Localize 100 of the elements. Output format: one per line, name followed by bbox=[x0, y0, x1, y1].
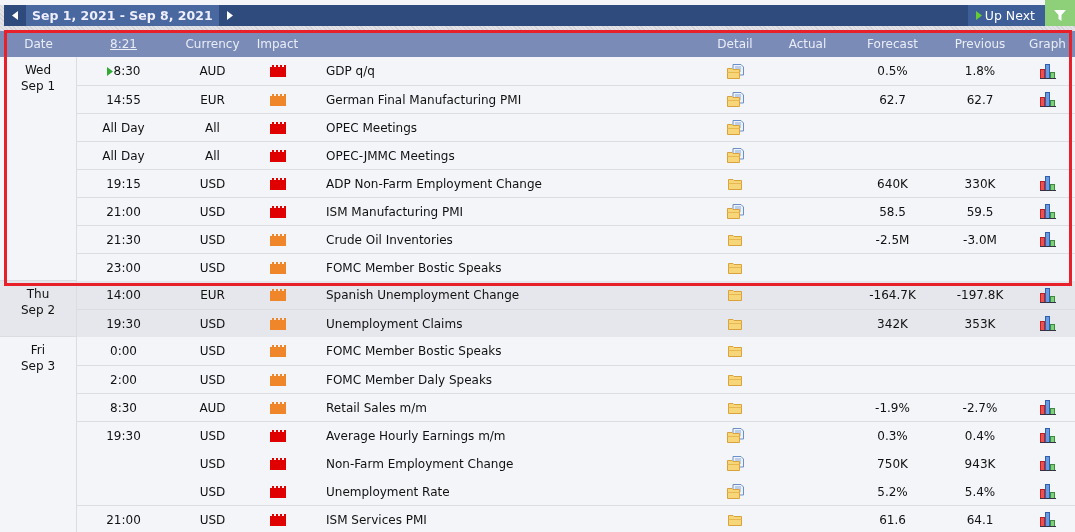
event-name[interactable]: OPEC-JMMC Meetings bbox=[326, 148, 455, 163]
bar-chart-icon[interactable] bbox=[1039, 428, 1056, 443]
folder-icon bbox=[728, 373, 742, 386]
currency-code: AUD bbox=[199, 64, 226, 78]
previous-value: 59.5 bbox=[966, 204, 994, 219]
currency-code: USD bbox=[199, 260, 226, 275]
left-arrow-icon bbox=[12, 11, 18, 20]
event-name[interactable]: ISM Manufacturing PMI bbox=[326, 204, 464, 219]
day-name: Thu bbox=[26, 286, 50, 302]
currency-code: USD bbox=[199, 344, 226, 358]
currency-code: USD bbox=[199, 372, 226, 387]
bar-chart-icon[interactable] bbox=[1039, 400, 1056, 415]
right-arrow-icon bbox=[226, 11, 233, 20]
event-name[interactable]: FOMC Member Bostic Speaks bbox=[326, 344, 502, 358]
currency-code: USD bbox=[199, 428, 226, 443]
event-time: All Day bbox=[102, 148, 145, 163]
event-name[interactable]: Unemployment Rate bbox=[326, 484, 450, 499]
event-name[interactable]: Spanish Unemployment Change bbox=[326, 288, 520, 302]
event-name[interactable]: OPEC Meetings bbox=[326, 120, 418, 135]
event-name[interactable]: Average Hourly Earnings m/m bbox=[326, 428, 506, 443]
folder-document-icon bbox=[726, 204, 744, 219]
bar-chart-icon[interactable] bbox=[1039, 456, 1056, 471]
bar-chart-icon[interactable] bbox=[1039, 316, 1056, 331]
folder-icon bbox=[728, 177, 742, 190]
column-header: Detail bbox=[717, 37, 753, 51]
day-name: Wed bbox=[24, 62, 52, 78]
folder-document-icon bbox=[726, 148, 744, 163]
event-name[interactable]: Non-Farm Employment Change bbox=[326, 456, 514, 471]
forecast-value: 58.5 bbox=[879, 204, 906, 219]
event-time: 14:55 bbox=[106, 92, 141, 107]
previous-value: 62.7 bbox=[966, 92, 994, 107]
event-time: 19:30 bbox=[106, 428, 141, 443]
event-name[interactable]: ADP Non-Farm Employment Change bbox=[326, 176, 542, 191]
forecast-value: -2.5M bbox=[875, 232, 910, 247]
event-name[interactable]: FOMC Member Bostic Speaks bbox=[326, 260, 502, 275]
bar-chart-icon[interactable] bbox=[1039, 484, 1056, 499]
forecast-value: 61.6 bbox=[879, 512, 906, 527]
currency-code: AUD bbox=[199, 400, 226, 415]
date-range-tab[interactable]: Sep 1, 2021 - Sep 8, 2021 bbox=[26, 5, 219, 26]
day-date: Sep 2 bbox=[20, 302, 56, 318]
folder-document-icon bbox=[726, 63, 744, 79]
previous-value: -3.0M bbox=[963, 232, 997, 247]
column-header: Actual bbox=[788, 37, 827, 51]
previous-value: 353K bbox=[964, 316, 996, 331]
bar-chart-icon[interactable] bbox=[1039, 287, 1056, 303]
folder-document-icon bbox=[726, 428, 744, 443]
folder-document-icon bbox=[726, 92, 744, 107]
folder-icon bbox=[728, 233, 742, 246]
bar-chart-icon[interactable] bbox=[1039, 92, 1056, 107]
folder-document-icon bbox=[726, 120, 744, 135]
event-time: 14:00 bbox=[106, 288, 141, 302]
folder-icon bbox=[728, 261, 742, 274]
event-name[interactable]: German Final Manufacturing PMI bbox=[326, 92, 522, 107]
event-name[interactable]: Crude Oil Inventories bbox=[326, 232, 453, 247]
folder-icon bbox=[728, 289, 742, 301]
forecast-value: 0.5% bbox=[877, 64, 908, 78]
event-name[interactable]: FOMC Member Daly Speaks bbox=[326, 372, 493, 387]
forecast-value: 750K bbox=[877, 456, 908, 471]
currency-code: USD bbox=[199, 456, 226, 471]
event-name[interactable]: Unemployment Claims bbox=[326, 316, 463, 331]
previous-value: 64.1 bbox=[966, 512, 994, 527]
column-header: Currency bbox=[185, 37, 240, 51]
event-name[interactable]: ISM Services PMI bbox=[326, 512, 427, 527]
previous-value: 0.4% bbox=[964, 428, 996, 443]
currency-code: All bbox=[205, 120, 220, 135]
bar-chart-icon[interactable] bbox=[1039, 204, 1056, 219]
column-header: Previous bbox=[954, 37, 1006, 51]
currency-code: USD bbox=[199, 316, 226, 331]
event-time: 23:00 bbox=[106, 260, 141, 275]
currency-code: EUR bbox=[200, 288, 225, 302]
filter-icon bbox=[1054, 10, 1066, 21]
column-header: Impact bbox=[256, 37, 299, 51]
event-time: 0:00 bbox=[110, 344, 137, 358]
bar-chart-icon[interactable] bbox=[1039, 232, 1056, 247]
event-name[interactable]: GDP q/q bbox=[326, 64, 375, 78]
event-time: 19:30 bbox=[106, 316, 141, 331]
currency-code: USD bbox=[199, 204, 226, 219]
forecast-value: 5.2% bbox=[877, 484, 908, 499]
day-date: Sep 3 bbox=[20, 358, 56, 374]
bar-chart-icon[interactable] bbox=[1039, 176, 1056, 191]
previous-value: 330K bbox=[964, 176, 996, 191]
previous-value: 943K bbox=[964, 456, 996, 471]
event-time: All Day bbox=[102, 120, 145, 135]
event-time: 8:30 bbox=[113, 64, 141, 78]
event-name[interactable]: Retail Sales m/m bbox=[326, 400, 427, 415]
play-icon bbox=[975, 11, 982, 20]
folder-document-icon bbox=[726, 456, 744, 471]
bar-chart-icon[interactable] bbox=[1039, 63, 1056, 79]
event-time: 2:00 bbox=[110, 372, 137, 387]
up-next-button[interactable]: Up Next bbox=[967, 5, 1045, 26]
currency-code: USD bbox=[199, 512, 226, 527]
folder-icon bbox=[728, 401, 742, 414]
event-time: 8:30 bbox=[110, 400, 137, 415]
currency-code: USD bbox=[199, 232, 226, 247]
folder-icon bbox=[728, 345, 742, 357]
folder-document-icon bbox=[726, 484, 744, 499]
bar-chart-icon[interactable] bbox=[1039, 512, 1056, 527]
event-time: 21:00 bbox=[106, 512, 141, 527]
column-header: Date bbox=[24, 37, 53, 51]
folder-icon bbox=[728, 513, 742, 526]
